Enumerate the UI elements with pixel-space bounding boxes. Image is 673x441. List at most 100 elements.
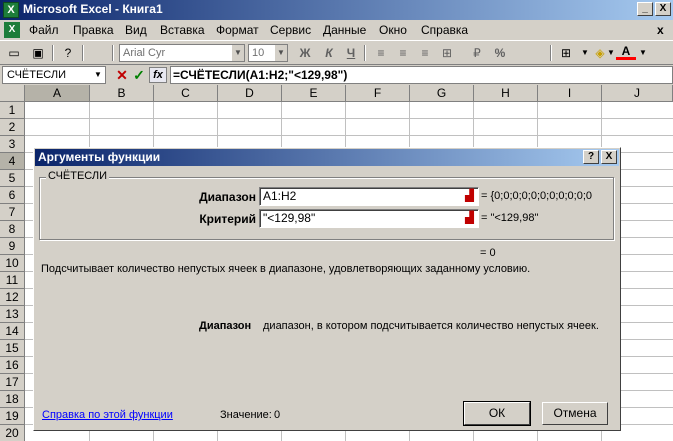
row-header[interactable]: 20 — [0, 425, 25, 441]
close-dialog-button[interactable]: X — [601, 150, 617, 164]
chevron-down-icon[interactable]: ▼ — [275, 45, 287, 61]
row-header[interactable]: 4 — [0, 153, 25, 170]
column-header[interactable]: F — [346, 85, 410, 102]
font-name-combo[interactable]: Arial Cyr ▼ — [119, 44, 245, 62]
gridline — [25, 135, 673, 136]
range-label: Диапазон — [199, 190, 256, 204]
new-document-icon[interactable]: ▭ — [4, 44, 24, 62]
gridline — [25, 118, 673, 119]
percent-button[interactable]: % — [490, 44, 510, 62]
font-size-value: 10 — [252, 47, 265, 59]
menu-format[interactable]: Формат — [216, 23, 259, 37]
value-label: Значение: — [220, 409, 272, 421]
criteria-result: = "<129,98" — [481, 212, 539, 224]
formula-input[interactable]: =СЧЁТЕСЛИ(A1:H2;"<129,98") — [170, 66, 673, 84]
row-header[interactable]: 1 — [0, 102, 25, 119]
row-header[interactable]: 12 — [0, 289, 25, 306]
row-header[interactable]: 9 — [0, 238, 25, 255]
range-result: = {0;0;0;0;0;0;0;0;0;0;0 — [481, 190, 593, 202]
chevron-down-icon[interactable]: ▼ — [606, 44, 616, 62]
toolbar-separator — [364, 45, 366, 61]
excel-icon[interactable]: X — [3, 2, 19, 18]
dialog-title: Аргументы функции — [38, 150, 161, 164]
row-header[interactable]: 8 — [0, 221, 25, 238]
chevron-down-icon[interactable]: ▼ — [638, 44, 648, 62]
font-size-combo[interactable]: 10 ▼ — [248, 44, 288, 62]
row-header[interactable]: 3 — [0, 136, 25, 153]
collapse-dialog-icon[interactable]: ▟ — [461, 188, 478, 205]
ok-button[interactable]: ОК — [463, 401, 531, 426]
name-box[interactable]: СЧЁТЕСЛИ ▼ — [2, 66, 106, 84]
merge-center-icon[interactable]: ⊞ — [437, 44, 457, 62]
function-help-link[interactable]: Справка по этой функции — [42, 409, 173, 421]
help-button[interactable]: ? — [583, 150, 599, 164]
toolbar-separator — [550, 45, 552, 61]
align-center-icon[interactable]: ≡ — [393, 44, 413, 62]
row-header[interactable]: 7 — [0, 204, 25, 221]
row-header[interactable]: 18 — [0, 391, 25, 408]
function-name: СЧЁТЕСЛИ — [46, 170, 110, 182]
row-header[interactable]: 17 — [0, 374, 25, 391]
align-left-icon[interactable]: ≡ — [371, 44, 391, 62]
borders-icon[interactable]: ⊞ — [556, 44, 576, 62]
row-header[interactable]: 10 — [0, 255, 25, 272]
menubar: X Файл Правка Вид Вставка Формат Сервис … — [0, 20, 673, 40]
row-header[interactable]: 15 — [0, 340, 25, 357]
chevron-down-icon[interactable]: ▼ — [232, 45, 244, 61]
formula-result: = 0 — [480, 247, 496, 259]
row-header[interactable]: 14 — [0, 323, 25, 340]
argument-help-text: диапазон, в котором подсчитывается колич… — [263, 320, 599, 332]
menu-tools[interactable]: Сервис — [270, 23, 311, 37]
range-input[interactable]: A1:H2 — [259, 187, 479, 206]
menu-file[interactable]: Файл — [29, 23, 59, 37]
row-header[interactable]: 13 — [0, 306, 25, 323]
bold-button[interactable]: Ж — [295, 44, 315, 62]
close-workbook-button[interactable]: x — [657, 23, 664, 37]
menu-data[interactable]: Данные — [323, 23, 366, 37]
select-all-corner[interactable] — [0, 85, 25, 102]
value-result: 0 — [274, 409, 281, 421]
criteria-input[interactable]: "<129,98" — [259, 209, 479, 228]
criteria-label: Критерий — [199, 212, 256, 226]
minimize-button[interactable]: _ — [637, 2, 653, 16]
name-box-value: СЧЁТЕСЛИ — [7, 69, 67, 81]
help-icon[interactable]: ? — [58, 44, 78, 62]
column-header[interactable]: G — [410, 85, 474, 102]
row-header[interactable]: 11 — [0, 272, 25, 289]
column-header[interactable]: D — [218, 85, 282, 102]
argument-help-name: Диапазон — [199, 320, 252, 332]
menu-edit[interactable]: Правка — [73, 23, 114, 37]
dialog-titlebar[interactable]: Аргументы функции ? X — [35, 149, 619, 166]
column-header[interactable]: C — [154, 85, 218, 102]
font-color-icon[interactable]: A — [616, 44, 636, 60]
row-header[interactable]: 5 — [0, 170, 25, 187]
row-header[interactable]: 2 — [0, 119, 25, 136]
underline-button[interactable]: Ч — [341, 44, 361, 62]
column-header[interactable]: J — [602, 85, 673, 102]
menu-help[interactable]: Справка — [421, 23, 468, 37]
cancel-button[interactable]: Отмена — [542, 402, 608, 425]
column-header[interactable]: I — [538, 85, 602, 102]
workbook-icon[interactable]: X — [4, 22, 20, 38]
align-right-icon[interactable]: ≡ — [415, 44, 435, 62]
close-window-button[interactable]: X — [655, 2, 671, 16]
column-header[interactable]: E — [282, 85, 346, 102]
collapse-dialog-icon[interactable]: ▟ — [461, 210, 478, 227]
menu-window[interactable]: Окно — [379, 23, 407, 37]
row-header[interactable]: 19 — [0, 408, 25, 425]
menu-view[interactable]: Вид — [125, 23, 147, 37]
column-header[interactable]: B — [90, 85, 154, 102]
column-header[interactable]: A — [25, 85, 90, 102]
cancel-entry-icon[interactable]: ✕ — [114, 67, 130, 83]
confirm-entry-icon[interactable]: ✓ — [131, 67, 147, 83]
row-header[interactable]: 16 — [0, 357, 25, 374]
chevron-down-icon[interactable]: ▼ — [580, 44, 590, 62]
column-header[interactable]: H — [474, 85, 538, 102]
row-header[interactable]: 6 — [0, 187, 25, 204]
insert-function-icon[interactable]: fx — [149, 67, 167, 83]
save-icon[interactable]: ▣ — [28, 44, 48, 62]
currency-icon[interactable]: ₽ — [467, 44, 487, 62]
italic-button[interactable]: К — [319, 44, 339, 62]
chevron-down-icon[interactable]: ▼ — [92, 68, 104, 82]
menu-insert[interactable]: Вставка — [160, 23, 205, 37]
